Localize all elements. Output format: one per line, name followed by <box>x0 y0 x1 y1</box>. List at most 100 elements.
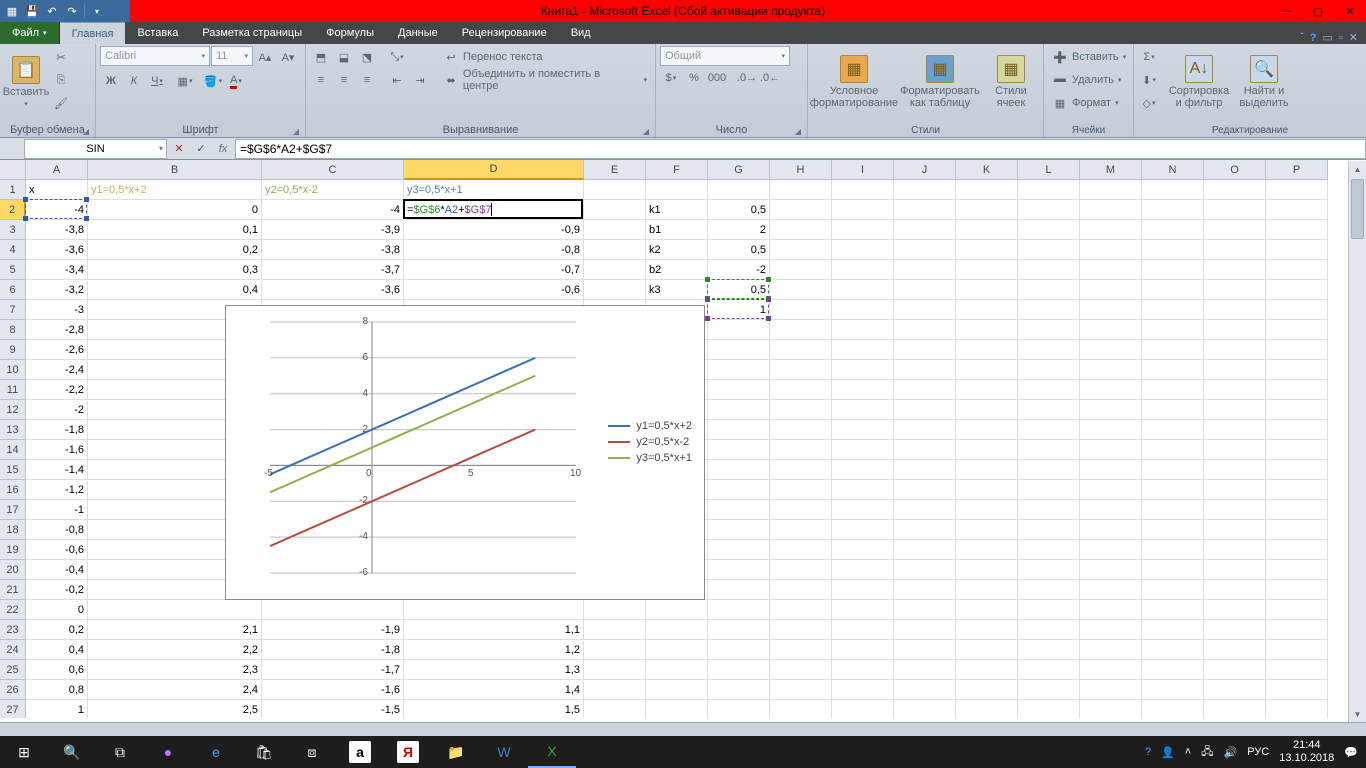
row-header[interactable]: 2 <box>0 200 26 220</box>
cell[interactable]: -3,9 <box>262 220 404 240</box>
cell[interactable] <box>832 360 894 380</box>
cell[interactable] <box>956 320 1018 340</box>
cell[interactable] <box>770 220 832 240</box>
review-tab[interactable]: Рецензирование <box>450 22 559 44</box>
cell[interactable] <box>1204 440 1266 460</box>
cell[interactable] <box>1018 560 1080 580</box>
cell[interactable]: 0,3 <box>88 260 262 280</box>
row-header[interactable]: 10 <box>0 360 26 380</box>
row-header[interactable]: 15 <box>0 460 26 480</box>
cell[interactable] <box>708 620 770 640</box>
cell[interactable] <box>1080 620 1142 640</box>
cell[interactable]: -1,4 <box>26 460 88 480</box>
cell[interactable] <box>708 520 770 540</box>
select-all-corner[interactable] <box>0 160 26 180</box>
cell[interactable] <box>1204 460 1266 480</box>
cell[interactable] <box>1204 600 1266 620</box>
cell[interactable]: -4 <box>26 200 88 220</box>
cell[interactable]: 1,5 <box>404 700 584 718</box>
row-header[interactable]: 18 <box>0 520 26 540</box>
cell[interactable] <box>1142 340 1204 360</box>
cell[interactable] <box>956 340 1018 360</box>
cell-styles-button[interactable]: ▦Стили ячеек <box>984 46 1038 118</box>
cell[interactable] <box>1204 340 1266 360</box>
cell[interactable] <box>1142 500 1204 520</box>
cell[interactable] <box>1018 180 1080 200</box>
cell[interactable] <box>1080 340 1142 360</box>
cell[interactable] <box>1204 320 1266 340</box>
cell[interactable] <box>832 420 894 440</box>
scroll-up-icon[interactable]: ▲ <box>1349 161 1366 177</box>
edge-icon[interactable]: e <box>192 736 240 768</box>
format-as-table-button[interactable]: ▦Форматировать как таблицу <box>898 46 982 118</box>
cell[interactable] <box>832 400 894 420</box>
cell[interactable] <box>894 520 956 540</box>
file-tab[interactable]: Файл▾ <box>0 22 60 44</box>
cell[interactable]: b1 <box>646 220 708 240</box>
cell[interactable] <box>894 360 956 380</box>
cell[interactable]: b2 <box>646 260 708 280</box>
cell[interactable] <box>1266 360 1328 380</box>
column-header-B[interactable]: B <box>88 160 262 180</box>
cell[interactable] <box>584 200 646 220</box>
row-header[interactable]: 13 <box>0 420 26 440</box>
cell[interactable]: 2,4 <box>88 680 262 700</box>
cell[interactable] <box>1018 540 1080 560</box>
cell[interactable] <box>1142 240 1204 260</box>
align-left-icon[interactable]: ≡ <box>310 69 332 91</box>
format-cells-button[interactable]: ▦Формат▾ <box>1048 92 1123 114</box>
cell[interactable]: y2=0,5*x-2 <box>262 180 404 200</box>
search-icon[interactable]: 🔍 <box>48 736 96 768</box>
cell[interactable] <box>1080 200 1142 220</box>
cell[interactable]: -1,6 <box>262 680 404 700</box>
cell[interactable] <box>1018 380 1080 400</box>
spreadsheet-grid[interactable]: ABCDEFGHIJKLMNOP 1xy1=0,5*x+2y2=0,5*x-2y… <box>0 160 1366 718</box>
cell[interactable]: -1,6 <box>26 440 88 460</box>
cell[interactable] <box>770 480 832 500</box>
cell[interactable]: -1 <box>26 500 88 520</box>
cell[interactable] <box>770 300 832 320</box>
cell[interactable] <box>832 480 894 500</box>
cell[interactable] <box>708 480 770 500</box>
cell[interactable]: 1,4 <box>404 680 584 700</box>
cell[interactable] <box>1266 600 1328 620</box>
cancel-formula-icon[interactable]: ✕ <box>169 139 189 159</box>
cell[interactable] <box>832 180 894 200</box>
cell[interactable] <box>1204 480 1266 500</box>
wrap-text-button[interactable]: ↩Перенос текста <box>439 46 651 68</box>
cell[interactable] <box>1080 300 1142 320</box>
network-icon[interactable]: 🖧 <box>1201 743 1213 762</box>
cell[interactable] <box>708 380 770 400</box>
cell[interactable] <box>1142 440 1204 460</box>
embedded-chart[interactable]: -6-4-22468-50510 y1=0,5*x+2y2=0,5*x-2y3=… <box>225 305 705 600</box>
font-name-combo[interactable]: Calibri▾ <box>100 46 210 66</box>
cell[interactable] <box>1018 240 1080 260</box>
cell[interactable] <box>1266 660 1328 680</box>
thousands-icon[interactable]: 000 <box>706 67 728 89</box>
cell[interactable] <box>1266 240 1328 260</box>
cell[interactable] <box>1080 680 1142 700</box>
fill-color-button[interactable]: 🪣 <box>202 70 224 92</box>
qat-customize-icon[interactable]: ▾ <box>89 3 105 19</box>
enter-formula-icon[interactable]: ✓ <box>191 139 211 159</box>
cell[interactable] <box>1018 200 1080 220</box>
cell[interactable] <box>1080 580 1142 600</box>
cell[interactable] <box>1142 620 1204 640</box>
cell[interactable] <box>1018 400 1080 420</box>
cell[interactable] <box>956 420 1018 440</box>
cell[interactable] <box>1142 400 1204 420</box>
cell[interactable] <box>1080 480 1142 500</box>
cell[interactable] <box>832 660 894 680</box>
format-painter-icon[interactable]: 🖌 <box>50 92 72 114</box>
row-header[interactable]: 7 <box>0 300 26 320</box>
cell[interactable] <box>894 260 956 280</box>
help-tray-icon[interactable]: ? <box>1145 746 1151 758</box>
cell[interactable] <box>832 700 894 718</box>
insert-cells-button[interactable]: ➕Вставить▾ <box>1048 46 1130 68</box>
cell[interactable] <box>646 700 708 718</box>
cell[interactable] <box>894 220 956 240</box>
cell[interactable] <box>1142 200 1204 220</box>
cell[interactable] <box>894 440 956 460</box>
cell[interactable] <box>956 640 1018 660</box>
cell[interactable] <box>1204 380 1266 400</box>
